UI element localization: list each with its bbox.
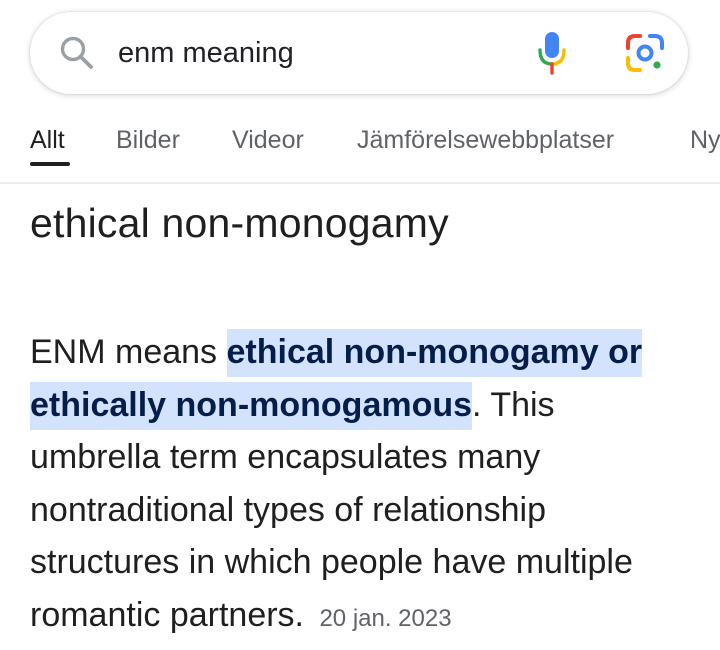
google-lens-icon[interactable] bbox=[624, 32, 666, 74]
search-bar[interactable] bbox=[30, 12, 688, 94]
search-input[interactable] bbox=[118, 32, 508, 74]
search-tabs: Allt Bilder Videor Jämförelsewebbplatser… bbox=[0, 118, 720, 184]
search-results-page: Allt Bilder Videor Jämförelsewebbplatser… bbox=[0, 0, 720, 650]
snippet-intro: ENM means bbox=[30, 333, 227, 371]
tab-images[interactable]: Bilder bbox=[116, 126, 180, 155]
tab-all[interactable]: Allt bbox=[30, 126, 65, 155]
microphone-icon[interactable] bbox=[536, 30, 568, 76]
tab-news[interactable]: Nyheter bbox=[690, 126, 720, 155]
snippet-date: 20 jan. 2023 bbox=[319, 604, 452, 632]
active-tab-indicator bbox=[30, 162, 70, 166]
search-icon[interactable] bbox=[58, 34, 96, 72]
featured-snippet-title: ethical non-monogamy bbox=[30, 200, 449, 246]
tab-videos[interactable]: Videor bbox=[232, 126, 304, 155]
featured-snippet-text: ENM means ethical non-monogamy or ethica… bbox=[30, 326, 690, 645]
tab-comparison-sites[interactable]: Jämförelsewebbplatser bbox=[357, 126, 614, 155]
